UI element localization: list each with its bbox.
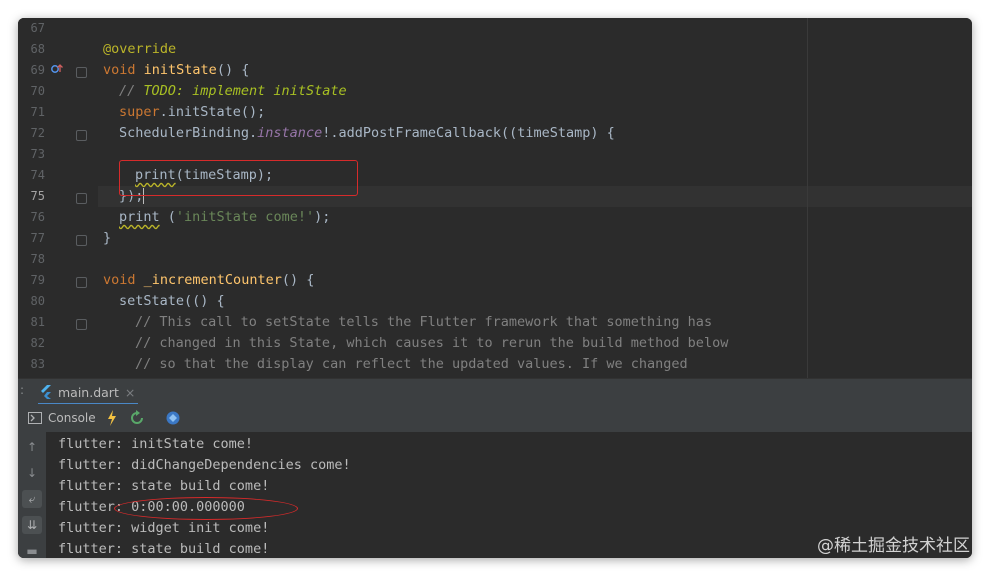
console-line: flutter: state build come! — [58, 478, 270, 494]
keyword: void — [103, 272, 136, 288]
line-number: 71 — [30, 105, 45, 119]
code-text: SchedulerBinding. — [119, 125, 258, 141]
code-text: () { — [216, 62, 250, 78]
line-number: 76 — [30, 210, 45, 224]
annotation: @override — [103, 41, 177, 57]
keyword: super — [119, 104, 160, 120]
scroll-to-end-icon[interactable]: ⇊ — [22, 516, 42, 534]
code-editor[interactable]: 67 68 69 70 71 72 73 74 75 76 77 78 79 8… — [18, 18, 972, 378]
code-line-71: super.initState(); — [98, 102, 972, 123]
code-text: .initState(); — [159, 104, 266, 120]
code-text: } — [103, 230, 112, 246]
code-text: !.addPostFrameCallback((timeStamp) { — [322, 125, 615, 141]
console-tab[interactable]: Console — [28, 409, 96, 427]
comment: // so that the display can reflect the u… — [135, 356, 688, 372]
run-tab-label: main.dart — [58, 384, 119, 400]
console-toolbar: Console — [18, 404, 972, 433]
console-label: Console — [48, 411, 96, 425]
console-side-toolbar: ↑ ↓ ⤶ ⇊ ▬ — [18, 432, 46, 558]
line-number: 75 — [30, 189, 45, 203]
line-number: 77 — [30, 231, 45, 245]
code-line-69: void initState() { — [98, 60, 972, 81]
run-tab-main-dart[interactable]: main.dart × — [40, 379, 135, 405]
console-line: flutter: didChangeDependencies come! — [58, 457, 351, 473]
code-area[interactable]: @override void initState() { // TODO: im… — [98, 18, 972, 378]
editor-gutter: 67 68 69 70 71 72 73 74 75 76 77 78 79 8… — [18, 18, 98, 378]
console-icon — [28, 412, 42, 424]
comment: // This call to setState tells the Flutt… — [135, 314, 713, 330]
line-number: 72 — [30, 126, 45, 140]
code-line-72: SchedulerBinding.instance!.addPostFrameC… — [98, 123, 972, 144]
todo-comment: TODO: implement initState — [143, 83, 347, 99]
fold-marker-icon[interactable] — [76, 319, 87, 330]
ide-window: 67 68 69 70 71 72 73 74 75 76 77 78 79 8… — [18, 18, 972, 558]
code-line-70: // TODO: implement initState — [98, 81, 972, 102]
code-text: ); — [314, 209, 331, 225]
static-field: instance — [257, 125, 323, 141]
line-number: 70 — [30, 84, 45, 98]
function-name: initState — [143, 62, 217, 78]
line-number: 83 — [30, 357, 45, 371]
code-line-76: print ('initState come!'); — [98, 207, 972, 228]
code-text: setState(() { — [119, 293, 225, 309]
close-tab-icon[interactable]: × — [125, 385, 135, 400]
code-line-81: // This call to setState tells the Flutt… — [98, 312, 972, 333]
watermark: @稀土掘金技术社区 — [817, 536, 970, 556]
console-line: flutter: state build come! — [58, 541, 270, 557]
code-line-77: } — [98, 228, 972, 249]
fold-marker-icon[interactable] — [76, 193, 87, 204]
console-line: flutter: initState come! — [58, 436, 254, 452]
code-line-82: // changed in this State, which causes i… — [98, 333, 972, 354]
fold-marker-icon[interactable] — [76, 67, 87, 78]
function-name: _incrementCounter — [143, 272, 282, 288]
comment: // changed in this State, which causes i… — [135, 335, 729, 351]
flutter-icon — [41, 385, 51, 399]
line-number: 81 — [30, 315, 45, 329]
fold-marker-icon[interactable] — [76, 277, 87, 288]
string-literal: 'initState come!' — [175, 209, 315, 225]
line-number: 69 — [30, 63, 45, 77]
comment: // — [119, 83, 144, 99]
line-number: 78 — [30, 252, 45, 266]
drag-handle-icon[interactable]: : — [20, 383, 24, 397]
line-number: 79 — [30, 273, 45, 287]
scroll-down-icon[interactable]: ↓ — [22, 464, 42, 482]
fold-marker-icon[interactable] — [76, 130, 87, 141]
print-call: print — [119, 209, 160, 225]
soft-wrap-icon[interactable]: ⤶ — [22, 490, 42, 508]
line-number: 68 — [30, 42, 45, 56]
hot-restart-icon[interactable] — [129, 410, 145, 426]
devtools-icon[interactable] — [165, 410, 181, 426]
code-text: ( — [159, 209, 176, 225]
print-icon[interactable]: ▬ — [22, 542, 42, 558]
override-marker-icon[interactable] — [50, 63, 64, 77]
code-text: () { — [281, 272, 315, 288]
timestamp-highlight-ellipse — [114, 497, 298, 520]
line-number: 74 — [30, 168, 45, 182]
code-line-83: // so that the display can reflect the u… — [98, 354, 972, 375]
scroll-up-icon[interactable]: ↑ — [22, 438, 42, 456]
line-number: 82 — [30, 336, 45, 350]
keyword: void — [103, 62, 136, 78]
line-number: 67 — [30, 21, 45, 35]
fold-marker-icon[interactable] — [76, 235, 87, 246]
print-highlight-box — [119, 160, 358, 196]
hot-reload-icon[interactable] — [107, 410, 117, 426]
code-line-80: setState(() { — [98, 291, 972, 312]
line-number: 73 — [30, 147, 45, 161]
line-number: 80 — [30, 294, 45, 308]
code-line-79: void _incrementCounter() { — [98, 270, 972, 291]
run-tool-tabbar: : main.dart × — [18, 378, 972, 405]
console-line: flutter: widget init come! — [58, 520, 270, 536]
code-line-68: @override — [98, 39, 972, 60]
